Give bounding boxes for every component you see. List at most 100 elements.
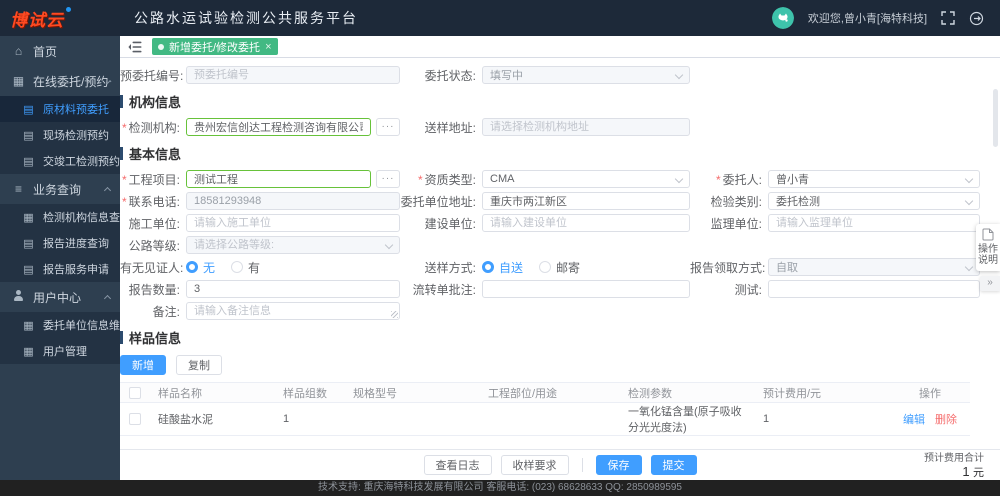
qualification-type-field-group: 资质类型:: [400, 170, 690, 188]
inspection-category-select[interactable]: [768, 192, 980, 210]
sidebar-item-report-service-apply[interactable]: ▤ 报告服务申请: [0, 256, 120, 282]
field-label: 资质类型:: [400, 171, 482, 188]
test-input[interactable]: [768, 280, 980, 298]
submenu-business-query: ▦ 检测机构信息查询 ▤ 报告进度查询 ▤ 报告服务申请: [0, 204, 120, 282]
road-level-select[interactable]: [186, 236, 400, 254]
operation-guide-button[interactable]: 操作说明: [976, 224, 1000, 271]
sidebar-item-user-manage[interactable]: ▦ 用户管理: [0, 338, 120, 364]
sidebar-item-report-progress-query[interactable]: ▤ 报告进度查询: [0, 230, 120, 256]
fee-amount: 1: [962, 464, 970, 479]
radio-witness-none[interactable]: 无: [186, 259, 215, 276]
tab-new-entrust[interactable]: 新增委托/修改委托 ×: [152, 38, 278, 55]
radio-delivery-mail[interactable]: 邮寄: [539, 259, 580, 276]
sidebar-group-business-query[interactable]: ≡ 业务查询: [0, 174, 120, 204]
cell-fee-link[interactable]: 1: [755, 402, 890, 436]
report-count-input[interactable]: [186, 280, 400, 298]
column-header: 操作: [890, 382, 970, 403]
project-input[interactable]: [186, 170, 371, 188]
app-window: 博试云 公路水运试验检测公共服务平台 欢迎您,曾小青[海特科技] ⌂ 首页 ▦ …: [0, 0, 1000, 496]
field-label: 联系电话:: [120, 193, 186, 210]
sidebar-group-user-center[interactable]: 用户中心: [0, 282, 120, 312]
row-checkbox[interactable]: [129, 413, 141, 426]
logo-trademark-dot: [66, 6, 71, 12]
field-label: 备注:: [152, 304, 180, 319]
document-icon: [982, 228, 994, 241]
logout-icon[interactable]: [969, 11, 984, 26]
field-label: 有无见证人:: [120, 260, 184, 275]
field-label: 报告数量:: [128, 282, 180, 297]
phone-input[interactable]: [186, 192, 400, 210]
section-title: 基本信息: [129, 147, 182, 162]
avatar[interactable]: [771, 7, 794, 29]
sidebar-item-label: 报告服务申请: [43, 264, 109, 276]
entrust-form: 预委托编号: 委托状态: 机构信息: [120, 59, 1000, 449]
send-sample-address-select[interactable]: [482, 118, 690, 136]
column-header: 工程部位/用途: [480, 382, 620, 403]
delete-link[interactable]: 删除: [935, 414, 957, 426]
qualification-type-select[interactable]: [482, 170, 690, 188]
sample-copy-button[interactable]: 复制: [176, 355, 222, 375]
radio-delivery-self[interactable]: 自送: [482, 259, 523, 276]
main-content: 新增委托/修改委托 × 预委托编号: 委托状态:: [120, 36, 1000, 480]
tab-bar: 新增委托/修改委托 ×: [120, 36, 1000, 58]
tab-close-icon[interactable]: ×: [265, 41, 271, 53]
sidebar-item-label: 委托单位信息维护: [43, 320, 120, 332]
chevron-up-icon: [103, 186, 112, 194]
send-sample-address-field-group: 送样地址:: [400, 118, 690, 136]
radio-witness-have[interactable]: 有: [231, 259, 260, 276]
view-log-button[interactable]: 查看日志: [423, 455, 492, 475]
report-receive-select[interactable]: [768, 258, 980, 276]
edit-link[interactable]: 编辑: [903, 414, 925, 426]
entrust-status-select[interactable]: [482, 66, 690, 84]
section-bar: [120, 147, 123, 160]
collapse-panel-button[interactable]: »: [980, 276, 1000, 291]
pre-entrust-no-input[interactable]: [186, 66, 400, 84]
report-receive-field-group: 报告领取方式:: [690, 258, 980, 276]
witness-radio-group: 无 有: [186, 259, 400, 276]
sample-requirement-button[interactable]: 收样要求: [500, 455, 569, 475]
flow-note-input[interactable]: [482, 280, 690, 298]
scrollbar-thumb[interactable]: [993, 89, 998, 147]
sidebar-item-home[interactable]: ⌂ 首页: [0, 36, 120, 66]
sidebar-item-label: 首页: [33, 44, 58, 59]
fullscreen-icon[interactable]: [941, 11, 955, 25]
inspection-category-field-group: 检验类别:: [690, 192, 980, 210]
sidebar-group-online-booking[interactable]: ▦ 在线委托/预约: [0, 66, 120, 96]
doc-icon: ▤: [23, 155, 34, 168]
sidebar-item-completion-inspection-booking[interactable]: ▤ 交竣工检测预约: [0, 148, 120, 174]
sidebar-item-unit-info-maintain[interactable]: ▦ 委托单位信息维护: [0, 312, 120, 338]
logo-text: 博试云: [10, 10, 64, 30]
submit-button[interactable]: 提交: [650, 455, 697, 475]
org-picker-button[interactable]: ···: [376, 118, 400, 136]
field-label: 预委托编号:: [120, 68, 184, 83]
save-button[interactable]: 保存: [595, 455, 642, 475]
build-unit-input[interactable]: [482, 214, 690, 232]
sample-add-button[interactable]: 新增: [120, 355, 166, 375]
client-field-group: 委托人:: [690, 170, 980, 188]
select-all-checkbox[interactable]: [129, 386, 141, 399]
remark-textarea[interactable]: 请输入备注信息: [186, 302, 400, 320]
sidebar-item-org-info-query[interactable]: ▦ 检测机构信息查询: [0, 204, 120, 230]
sidebar-collapse-icon[interactable]: [128, 41, 142, 53]
column-header: 样品组数: [275, 382, 345, 403]
test-org-input[interactable]: [186, 118, 371, 136]
cell-spec: [345, 402, 480, 436]
cell-group-count: 1: [275, 402, 345, 436]
supervision-unit-input[interactable]: [768, 214, 980, 232]
doc-icon: ▤: [23, 129, 34, 142]
construction-unit-input[interactable]: [186, 214, 400, 232]
resize-grip-icon[interactable]: [391, 311, 398, 318]
section-bar: [120, 331, 123, 344]
section-title: 样品信息: [129, 331, 182, 346]
project-picker-button[interactable]: ···: [376, 170, 400, 188]
test-org-field-group: 检测机构: ···: [120, 118, 400, 136]
sidebar-item-label: 原材料预委托: [43, 104, 109, 116]
sidebar-item-site-inspection-booking[interactable]: ▤ 现场检测预约: [0, 122, 120, 148]
unit-address-input[interactable]: [482, 192, 690, 210]
construction-unit-field-group: 施工单位:: [120, 214, 400, 232]
build-unit-field-group: 建设单位:: [400, 214, 690, 232]
client-select[interactable]: [768, 170, 980, 188]
list-icon: ≡: [14, 182, 22, 196]
sidebar-item-raw-material-pre-entrust[interactable]: ▤ 原材料预委托: [0, 96, 120, 122]
report-count-field-group: 报告数量:: [120, 280, 400, 298]
